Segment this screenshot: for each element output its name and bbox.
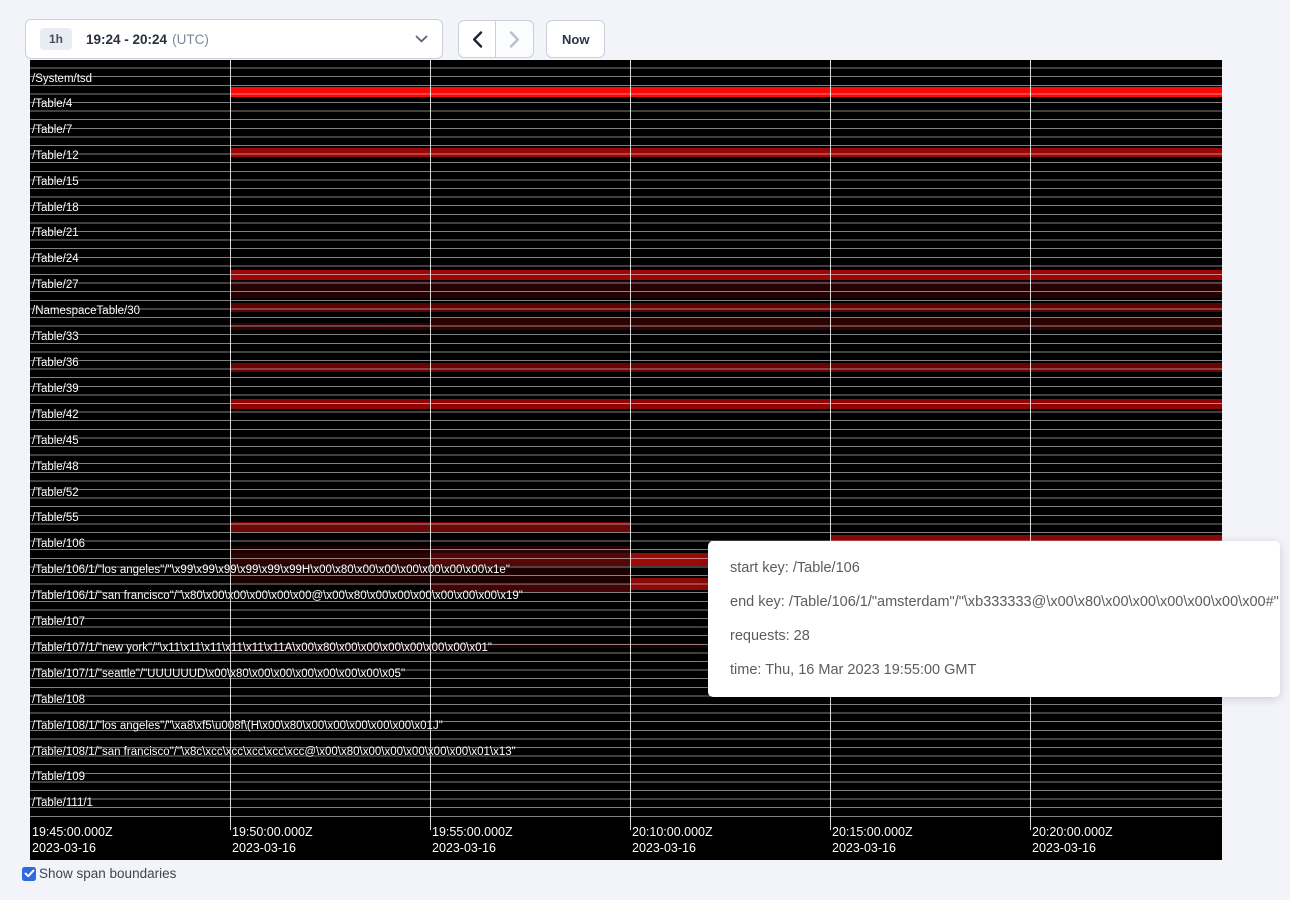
now-button[interactable]: Now: [546, 20, 605, 58]
time-range-duration-badge: 1h: [40, 28, 72, 50]
heatmap-tooltip: start key: /Table/106 end key: /Table/10…: [708, 541, 1280, 697]
key-range-label: /Table/4: [32, 98, 72, 111]
heatmap-band[interactable]: [230, 303, 1222, 312]
key-range-label: /Table/33: [32, 331, 79, 344]
heatmap-band[interactable]: [430, 546, 630, 553]
key-visualizer-heatmap[interactable]: /System/tsd/Table/4/Table/7/Table/12/Tab…: [30, 60, 1222, 860]
time-nav-group: [458, 20, 534, 58]
key-range-label: /Table/48: [32, 461, 79, 474]
heatmap-band[interactable]: [230, 522, 630, 532]
key-range-label: /Table/39: [32, 383, 79, 396]
key-range-label: /Table/21: [32, 227, 79, 240]
heatmap-band[interactable]: [230, 87, 1222, 97]
key-range-label: /Table/24: [32, 253, 79, 266]
x-axis-tick-label: 19:45:00.000Z2023-03-16: [32, 825, 113, 856]
time-bucket-boundary-line: [230, 60, 231, 830]
heatmap-band[interactable]: [230, 363, 1222, 372]
heatmap-band[interactable]: [230, 546, 430, 553]
time-range-timezone: (UTC): [172, 32, 209, 47]
key-range-label: /Table/55: [32, 512, 79, 525]
show-span-boundaries-label: Show span boundaries: [39, 866, 176, 881]
x-axis-tick-label: 19:50:00.000Z2023-03-16: [232, 825, 313, 856]
key-range-label: /Table/7: [32, 124, 72, 137]
heatmap-band[interactable]: [230, 323, 1222, 330]
key-range-label: /Table/27: [32, 279, 79, 292]
time-range-text: 19:24 - 20:24: [86, 32, 167, 47]
chevron-down-icon: [415, 35, 428, 43]
key-range-label: /Table/107: [32, 616, 85, 629]
key-range-label: /Table/18: [32, 202, 79, 215]
show-span-boundaries-checkbox[interactable]: [22, 867, 36, 881]
x-axis-tick-label: 20:15:00.000Z2023-03-16: [832, 825, 913, 856]
span-boundary-gridlines: [30, 60, 1222, 823]
key-range-label: /System/tsd: [32, 73, 92, 86]
key-range-label: /Table/45: [32, 435, 79, 448]
heatmap-band[interactable]: [230, 566, 630, 583]
key-range-label: /Table/108/1/"san francisco"/"\x8c\xcc\x…: [32, 746, 516, 759]
key-range-label: /Table/36: [32, 357, 79, 370]
key-range-label: /Table/15: [32, 176, 79, 189]
heatmap-band[interactable]: [230, 553, 430, 566]
footer: Show span boundaries: [22, 866, 176, 881]
time-range-select[interactable]: 1h 19:24 - 20:24 (UTC): [25, 19, 443, 59]
heatmap-band[interactable]: [230, 270, 1222, 280]
key-range-label: /NamespaceTable/30: [32, 305, 140, 318]
key-range-label: /Table/108/1/"los angeles"/"\xa8\xf5\u00…: [32, 720, 443, 733]
time-bucket-boundary-line: [1030, 60, 1031, 830]
tooltip-start-key: start key: /Table/106: [730, 551, 1280, 585]
key-range-label: /Table/106: [32, 538, 85, 551]
heatmap-band[interactable]: [430, 553, 630, 566]
tooltip-requests: requests: 28: [730, 619, 1280, 653]
time-bucket-boundary-line: [630, 60, 631, 830]
key-range-label: /Table/111/1: [32, 797, 93, 810]
chevron-right-icon: [509, 31, 520, 48]
key-range-label: /Table/12: [32, 150, 79, 163]
next-interval-button[interactable]: [496, 20, 534, 58]
prev-interval-button[interactable]: [458, 20, 496, 58]
key-range-label: /Table/108: [32, 694, 85, 707]
tooltip-time: time: Thu, 16 Mar 2023 19:55:00 GMT: [730, 653, 1280, 687]
key-range-label: /Table/107/1/"seattle"/"UUUUUUD\x00\x80\…: [32, 668, 405, 681]
x-axis-tick-label: 19:55:00.000Z2023-03-16: [432, 825, 513, 856]
tooltip-end-key: end key: /Table/106/1/"amsterdam"/"\xb33…: [730, 585, 1280, 619]
check-icon: [24, 869, 35, 878]
time-bucket-boundary-line: [830, 60, 831, 830]
chevron-left-icon: [472, 31, 483, 48]
key-range-label: /Table/109: [32, 771, 85, 784]
heatmap-band[interactable]: [230, 281, 1222, 298]
heatmap-band[interactable]: [430, 584, 630, 592]
x-axis-tick-label: 20:10:00.000Z2023-03-16: [632, 825, 713, 856]
heatmap-band[interactable]: [230, 148, 1222, 157]
heatmap-band[interactable]: [230, 399, 1222, 409]
key-range-label: /Table/52: [32, 487, 79, 500]
toolbar: 1h 19:24 - 20:24 (UTC) Now: [0, 0, 1290, 62]
key-range-label: /Table/42: [32, 409, 79, 422]
x-axis-tick-label: 20:20:00.000Z2023-03-16: [1032, 825, 1113, 856]
time-bucket-boundary-line: [430, 60, 431, 830]
